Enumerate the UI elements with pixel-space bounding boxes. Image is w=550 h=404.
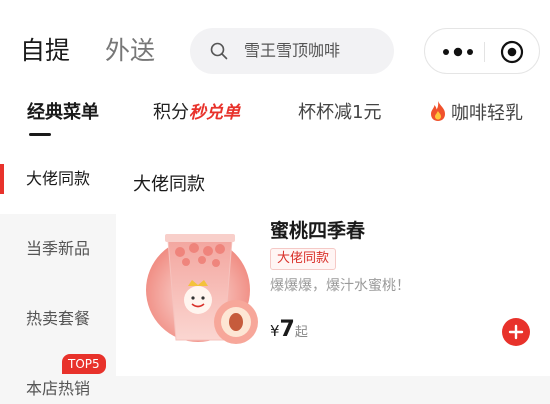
top5-badge: TOP5 bbox=[62, 354, 106, 374]
section-title: 大佬同款 bbox=[133, 174, 205, 195]
category-tab-classic[interactable]: 经典菜单 bbox=[27, 100, 99, 136]
product-card[interactable]: 蜜桃四季春 大佬同款 爆爆爆，爆汁水蜜桃！ ¥7起 bbox=[116, 210, 550, 370]
tab-pickup[interactable]: 自提 bbox=[20, 34, 70, 68]
sidebar-item-new[interactable]: 当季新品 bbox=[0, 214, 116, 284]
sidebar-item-label: 当季新品 bbox=[26, 239, 91, 258]
product-name: 蜜桃四季春 bbox=[270, 220, 366, 242]
product-tag: 大佬同款 bbox=[270, 248, 337, 270]
category-label: 经典菜单 bbox=[27, 102, 99, 123]
price-currency: ¥ bbox=[270, 322, 280, 340]
category-tab-points[interactable]: 积分秒兑单 bbox=[153, 100, 240, 126]
price-value: 7 bbox=[279, 317, 295, 342]
more-dots-icon[interactable] bbox=[441, 45, 475, 59]
sidebar-item-label: 热卖套餐 bbox=[26, 309, 91, 328]
category-tab-discount[interactable]: 杯杯减1元 bbox=[298, 100, 381, 126]
fire-icon bbox=[431, 101, 445, 121]
menu-content: 大佬同款 蜜桃四季春 大佬同款 爆爆爆，爆汁水蜜桃！ ¥7起 bbox=[116, 144, 550, 404]
active-indicator bbox=[0, 164, 4, 194]
capsule-divider bbox=[484, 42, 485, 62]
add-to-cart-button[interactable] bbox=[502, 318, 530, 346]
category-sidebar: 大佬同款 当季新品 热卖套餐 本店热销 TOP5 bbox=[0, 144, 116, 404]
category-tab-coffee[interactable]: 咖啡轻乳 bbox=[428, 100, 523, 127]
category-tabs: 经典菜单 积分秒兑单 杯杯减1元 咖啡轻乳 bbox=[0, 98, 550, 142]
sidebar-item-label: 大佬同款 bbox=[26, 169, 91, 188]
category-label: 积分 bbox=[153, 102, 189, 123]
active-tab-underline bbox=[29, 133, 51, 136]
next-section-strip bbox=[116, 376, 550, 404]
tab-delivery[interactable]: 外送 bbox=[105, 34, 155, 68]
close-target-icon[interactable] bbox=[500, 40, 524, 64]
price-unit: 起 bbox=[294, 325, 308, 340]
sidebar-item-label: 本店热销 bbox=[26, 379, 91, 398]
search-icon bbox=[210, 42, 228, 60]
category-label: 咖啡轻乳 bbox=[451, 103, 523, 124]
promo-label: 秒兑单 bbox=[189, 103, 240, 123]
search-box[interactable]: 雪王雪顶咖啡 bbox=[190, 28, 394, 74]
sidebar-item-combo[interactable]: 热卖套餐 bbox=[0, 284, 116, 354]
search-placeholder: 雪王雪顶咖啡 bbox=[244, 41, 341, 60]
top-bar: 自提 外送 雪王雪顶咖啡 bbox=[0, 0, 550, 100]
product-description: 爆爆爆，爆汁水蜜桃！ bbox=[270, 278, 410, 294]
sidebar-item-boss-same[interactable]: 大佬同款 bbox=[0, 144, 116, 214]
product-image bbox=[146, 234, 258, 344]
miniprogram-capsule bbox=[424, 28, 540, 74]
product-price: ¥7起 bbox=[270, 317, 308, 342]
